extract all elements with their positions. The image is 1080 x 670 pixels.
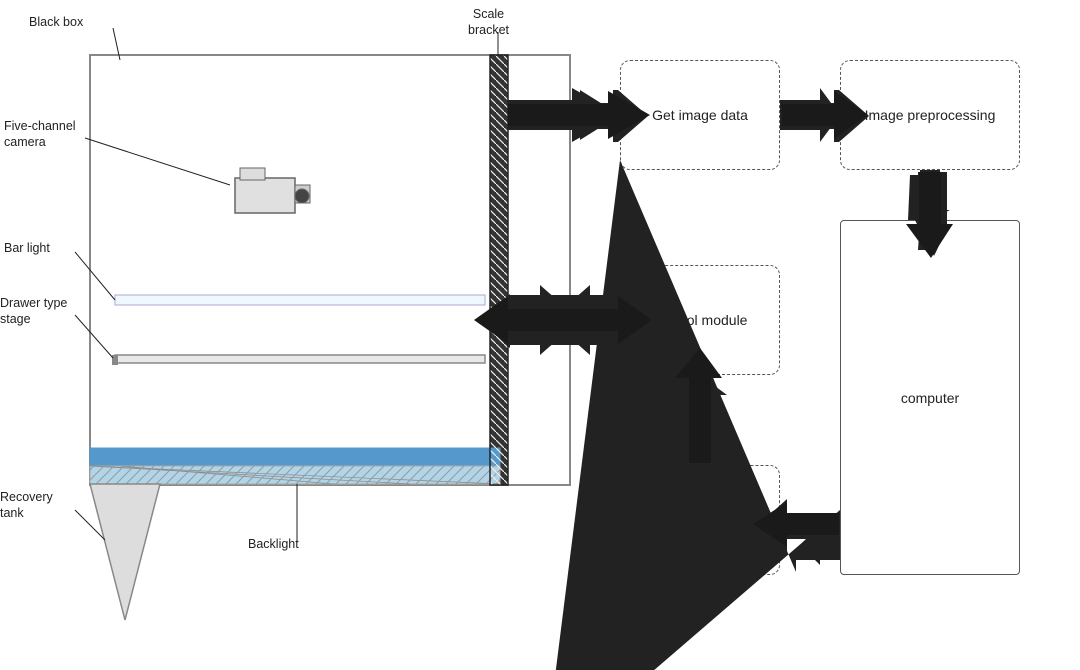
diagram: Get image data Image preprocessing Contr… [0,0,1080,670]
main-diagram-svg [0,0,1080,670]
